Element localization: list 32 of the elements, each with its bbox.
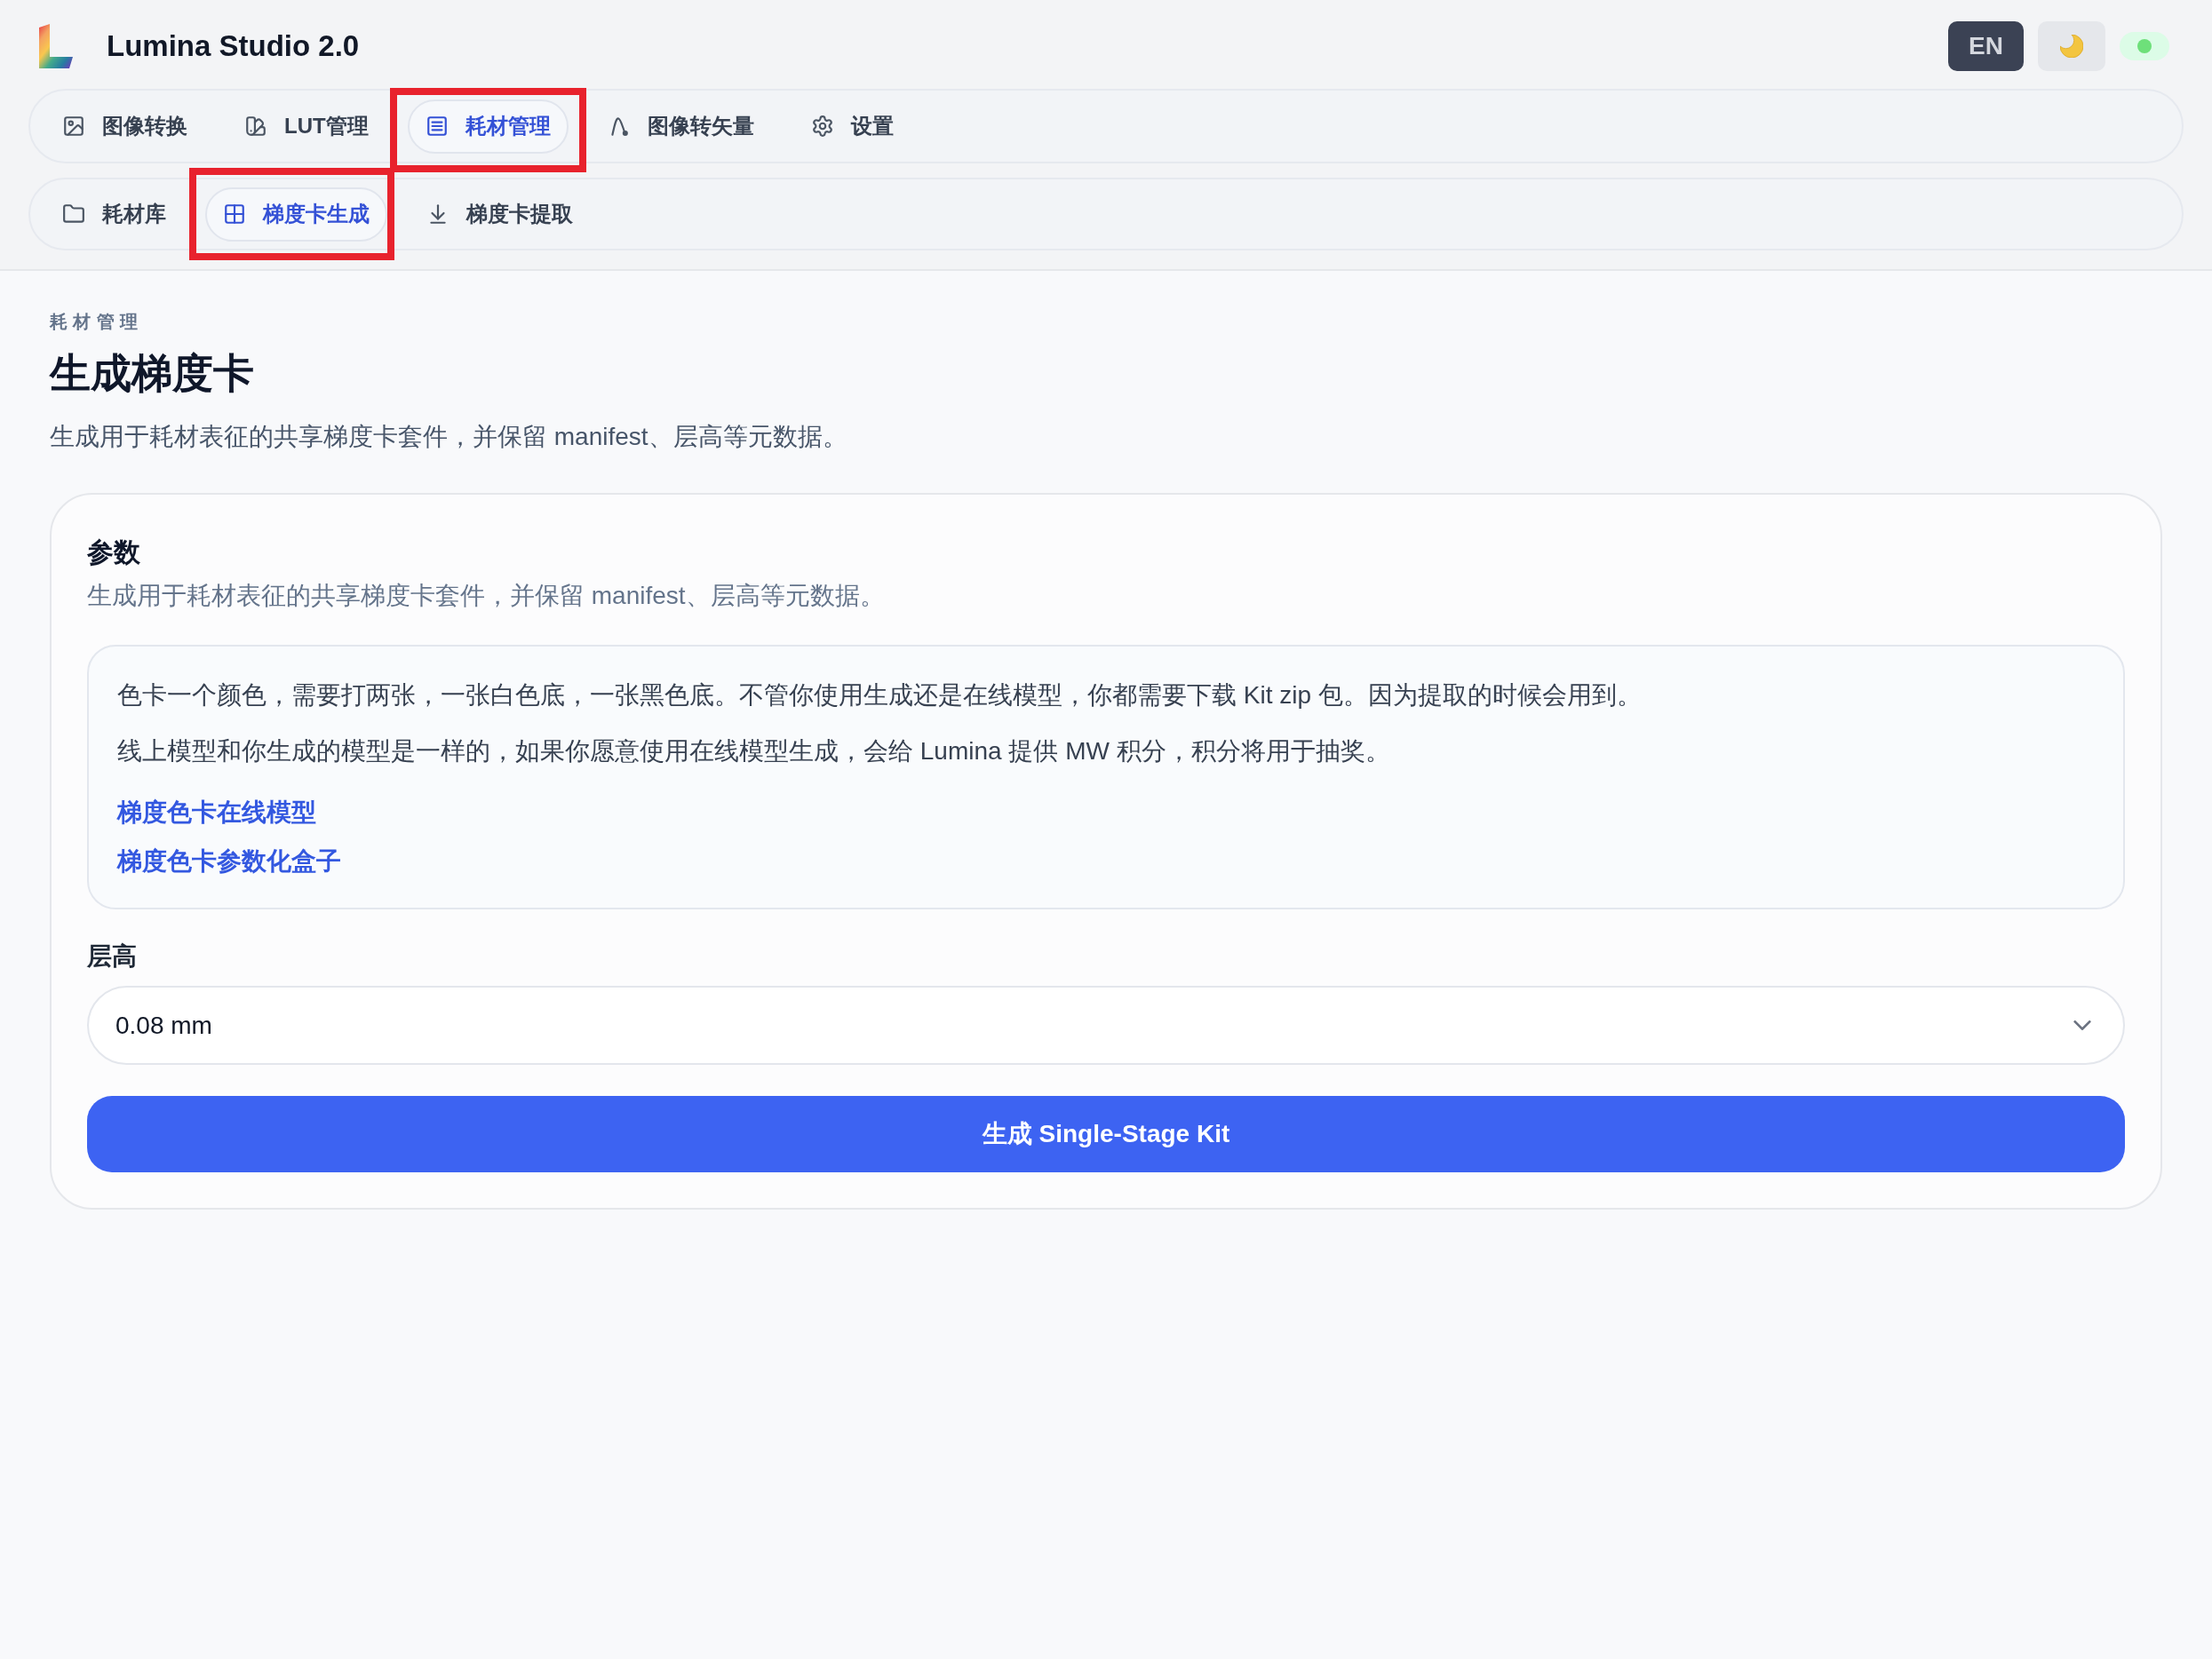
select-field[interactable]: 0.08 mm (87, 986, 2125, 1065)
folder-icon (62, 202, 85, 226)
link[interactable]: 梯度色卡在线模型 (117, 794, 316, 831)
section-eyebrow: 耗材管理 (50, 311, 145, 333)
page-title: 生成梯度卡 (50, 349, 255, 398)
card-description: 生成用于耗材表征的共享梯度卡套件，并保留 manifest、层高等元数据。 (87, 581, 886, 611)
link[interactable]: 梯度色卡参数化盒子 (117, 843, 341, 880)
nav-tab[interactable]: 图像转换 (44, 99, 205, 154)
list-square-icon (425, 115, 449, 138)
settings-icon (810, 115, 834, 138)
theme-toggle-button[interactable] (2038, 21, 2105, 71)
nav-tab[interactable]: 图像转矢量 (589, 99, 772, 154)
crescent-moon-icon (2060, 35, 2083, 58)
field-label: 层高 (87, 941, 138, 972)
nav-tab[interactable]: 设置 (792, 99, 911, 154)
swatch-book-icon (244, 115, 267, 138)
submit-button[interactable]: 生成 Single-Stage Kit (87, 1096, 2125, 1172)
grid-icon (223, 202, 246, 226)
subnav-tab[interactable]: 梯度卡提取 (409, 187, 591, 242)
app-title: Lumina Studio 2.0 (107, 28, 360, 65)
notice-text: 线上模型和你生成的模型是一样的，如果你愿意使用在线模型生成，会给 Lumina 提供 MW 积分，积分将用于抽奖。 (117, 736, 1391, 766)
notice-text: 色卡一个颜色，需要打两张，一张白色底，一张黑色底。不管你使用生成还是在线模型，你都需要下载 Kit zip 包。因为提取的时候会用到。 (117, 680, 1643, 710)
language-button[interactable]: EN (1948, 21, 2024, 71)
nav-tab[interactable]: LUT管理 (227, 99, 386, 154)
subnav-tab[interactable]: 耗材库 (44, 187, 184, 242)
subnav-tab[interactable]: 梯度卡生成 (205, 187, 387, 242)
page-description: 生成用于耗材表征的共享梯度卡套件，并保留 manifest、层高等元数据。 (50, 422, 848, 452)
nav-tab[interactable]: 耗材管理 (407, 99, 569, 154)
chevron-down-icon (2073, 1020, 2091, 1030)
logo-icon (37, 24, 73, 68)
card-title: 参数 (87, 536, 141, 568)
image-icon (62, 115, 85, 138)
